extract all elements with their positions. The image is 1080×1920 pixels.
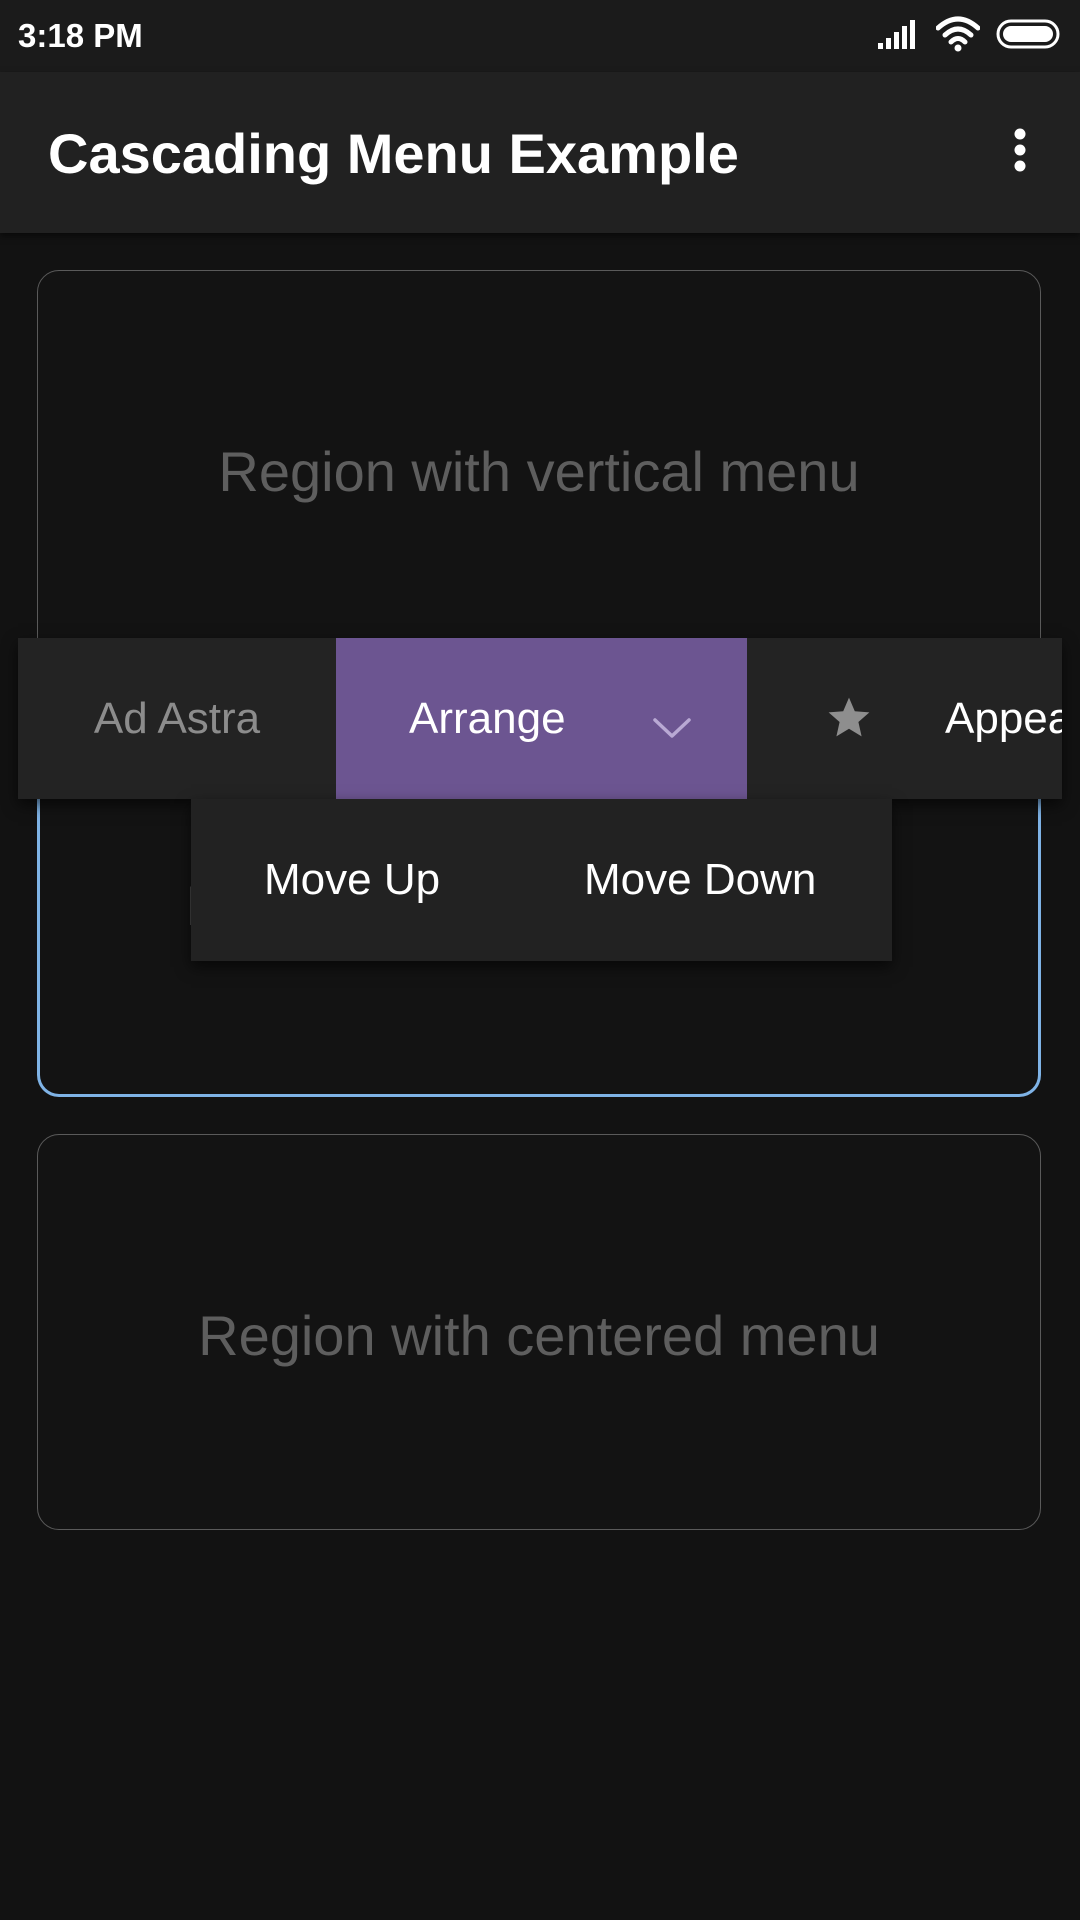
menu-item-arrange[interactable]: Arrange (336, 638, 747, 799)
arrange-submenu: Move Up Move Down (191, 799, 892, 961)
region-label: Region with vertical menu (218, 440, 860, 503)
menu-item-ad-astra[interactable]: Ad Astra (18, 638, 336, 799)
submenu-item-move-down[interactable]: Move Down (584, 799, 816, 961)
app-bar: Cascading Menu Example (0, 72, 1080, 233)
chevron-down-icon (652, 702, 692, 752)
app-title: Cascading Menu Example (48, 122, 739, 185)
status-icons (878, 14, 1062, 58)
status-time: 3:18 PM (18, 17, 143, 54)
region-centered-menu[interactable]: Region with centered menu (37, 1134, 1041, 1530)
battery-icon (996, 19, 1062, 54)
more-vert-icon (1013, 128, 1027, 177)
region-label: Region with centered menu (198, 1304, 880, 1367)
menu-item-label: Ad Astra (93, 693, 261, 743)
region-vertical-menu[interactable]: Region with vertical menu (37, 270, 1041, 690)
submenu-item-move-up[interactable]: Move Up (264, 799, 440, 961)
wifi-icon (935, 16, 981, 57)
menu-item-appearance[interactable]: Appearance (747, 638, 1062, 799)
signal-icon (878, 19, 920, 54)
menu-item-label: Appearance (945, 693, 1062, 743)
horizontal-menu-bar: Ad Astra Arrange Appearance (18, 638, 1062, 799)
submenu-item-label: Move Up (264, 855, 441, 904)
menu-item-label: Arrange (409, 693, 566, 743)
status-bar: 3:18 PM (0, 0, 1080, 72)
overflow-menu-button[interactable] (990, 120, 1050, 184)
submenu-item-label: Move Down (584, 855, 817, 904)
star-icon (825, 694, 873, 753)
